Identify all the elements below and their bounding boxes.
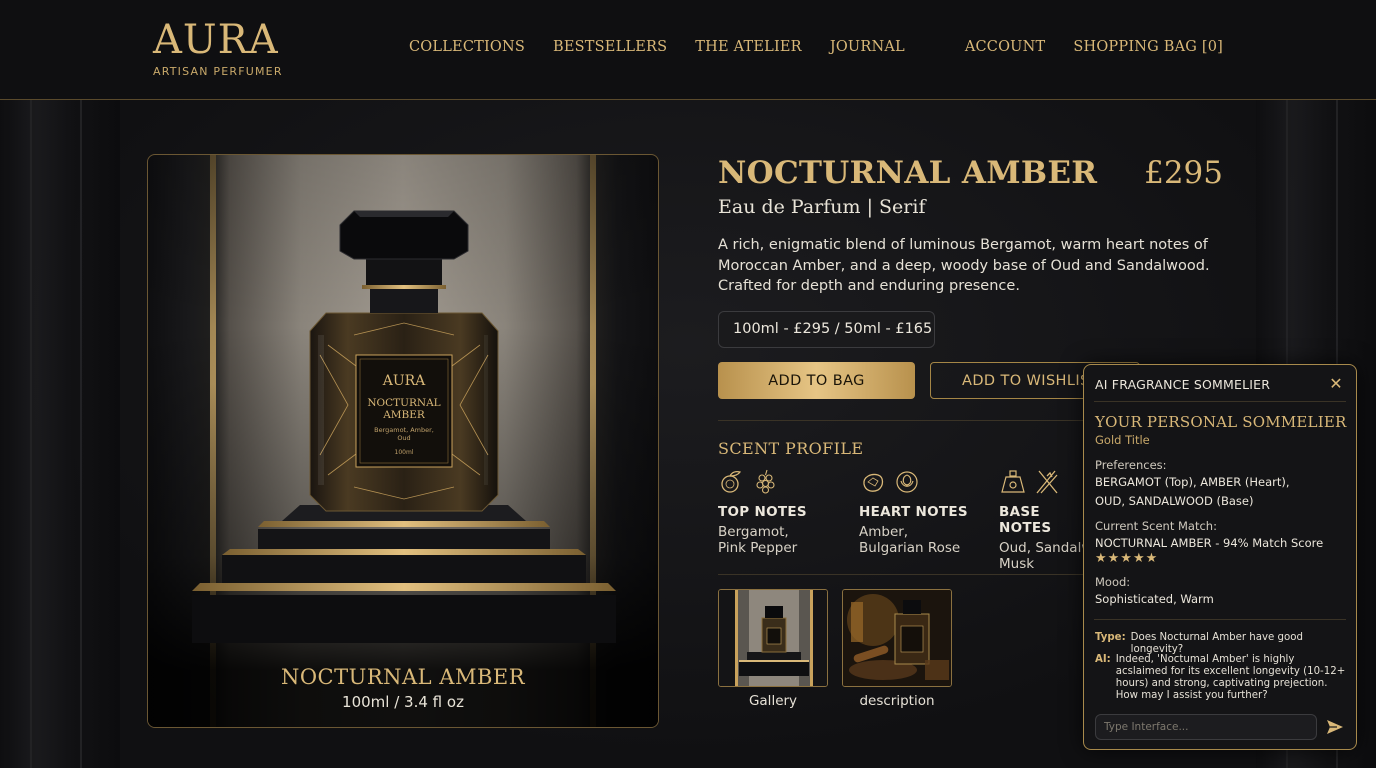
- top-notes-label: TOP NOTES: [718, 504, 807, 520]
- wood-sticks-icon: [1036, 470, 1058, 494]
- mood-label: Mood:: [1095, 575, 1131, 589]
- close-icon[interactable]: ✕: [1326, 374, 1346, 394]
- base-notes: BASE NOTES Oud, Sandalwood, Musk: [999, 468, 1089, 572]
- main-nav: COLLECTIONS BESTSELLERS THE ATELIER JOUR…: [409, 39, 905, 55]
- ai-sommelier-panel: AI FRAGRANCE SOMMELIER ✕ YOUR PERSONAL S…: [1083, 364, 1357, 750]
- heart-notes-value-line2: Bulgarian Rose: [859, 540, 961, 556]
- preferences-label: Preferences:: [1095, 458, 1167, 472]
- nav-account[interactable]: ACCOUNT: [965, 39, 1046, 55]
- top-notes-values: Bergamot, Pink Pepper: [718, 524, 858, 556]
- base-notes-value-line2: Musk: [999, 556, 1035, 572]
- nav-journal[interactable]: JOURNAL: [830, 39, 905, 55]
- top-notes-value-line1: Bergamot,: [718, 524, 789, 540]
- preferences-line2: OUD, SANDALWOOD (Base): [1095, 494, 1254, 508]
- bottle-label-brand: AURA: [382, 373, 426, 389]
- chat-ai-tag: AI:: [1095, 654, 1111, 665]
- bottle-label-notes-line1: Bergamot, Amber,: [374, 426, 434, 434]
- chat-message-user: Type: Does Nocturnal Amber have good lon…: [1095, 632, 1347, 656]
- section-divider: [718, 420, 1083, 421]
- bottle-label-notes-line2: Oud: [397, 434, 410, 442]
- heart-notes: HEART NOTES Amber, Bulgarian Rose: [859, 468, 999, 556]
- gallery-thumbnail-image: [719, 590, 827, 686]
- product-price: £295: [1144, 155, 1223, 191]
- mood-value: Sophisticated, Warm: [1095, 592, 1214, 606]
- scent-profile-title: SCENT PROFILE: [718, 439, 864, 458]
- chat-message-ai: AI: Indeed, 'Noctumal Amber' is highly a…: [1095, 654, 1347, 702]
- product-card-size: 100ml / 3.4 fl oz: [342, 693, 464, 711]
- brand-logo[interactable]: AURA ARTISAN PERFUMER: [153, 18, 283, 78]
- sommelier-chat-divider: [1094, 619, 1346, 620]
- send-icon[interactable]: [1325, 717, 1345, 737]
- add-to-bag-button[interactable]: ADD TO BAG: [718, 362, 915, 399]
- match-label: Current Scent Match:: [1095, 519, 1217, 533]
- gallery-caption: Gallery: [748, 693, 798, 709]
- gallery-thumbnail[interactable]: [718, 589, 828, 687]
- base-notes-value-line1: Oud, Sandalwood,: [999, 540, 1089, 556]
- heart-notes-value-line1: Amber,: [859, 524, 909, 540]
- product-description: A rich, enigmatic blend of luminous Berg…: [718, 237, 1210, 294]
- base-notes-values: Oud, Sandalwood, Musk: [999, 540, 1089, 572]
- size-selector[interactable]: 100ml - £295 / 50ml - £165: [718, 311, 935, 348]
- rose-icon: [896, 471, 918, 493]
- base-notes-label: BASE NOTES: [999, 504, 1052, 536]
- wall-panel-left: [0, 100, 120, 768]
- description-thumbnail[interactable]: [842, 589, 952, 687]
- sommelier-chat-input[interactable]: [1095, 714, 1317, 740]
- bottle-label-size: 100ml: [395, 449, 414, 456]
- heart-notes-label: HEART NOTES: [859, 504, 968, 520]
- sommelier-title: YOUR PERSONAL SOMMELIER: [1095, 413, 1347, 431]
- bottle-label-name-line2: AMBER: [382, 409, 426, 421]
- notes-divider: [718, 574, 1083, 575]
- product-image-card: AURA NOCTURNAL AMBER Bergamot, Amber, Ou…: [147, 154, 659, 728]
- nav-the-atelier[interactable]: THE ATELIER: [695, 39, 802, 55]
- product-card-title: NOCTURNAL AMBER: [280, 665, 526, 689]
- pepper-icon: [756, 469, 775, 494]
- brand-tagline: ARTISAN PERFUMER: [153, 65, 283, 78]
- chat-user-text: Does Nocturnal Amber have good longevity…: [1130, 632, 1303, 655]
- sommelier-subtitle: Gold Title: [1095, 433, 1150, 447]
- product-subtitle: Eau de Parfum | Serif: [718, 196, 926, 218]
- musk-bottle-icon: [1001, 470, 1025, 493]
- product-title: NOCTURNAL AMBER: [718, 155, 1098, 191]
- sommelier-header: AI FRAGRANCE SOMMELIER: [1095, 377, 1271, 392]
- perfume-bottle-illustration: AURA NOCTURNAL AMBER Bergamot, Amber, Ou…: [192, 210, 616, 643]
- chat-user-tag: Type:: [1095, 632, 1126, 643]
- utility-nav: ACCOUNT SHOPPING BAG [0]: [965, 39, 1223, 55]
- nav-shopping-bag[interactable]: SHOPPING BAG [0]: [1073, 39, 1223, 55]
- brand-name: AURA: [153, 17, 279, 63]
- nav-collections[interactable]: COLLECTIONS: [409, 39, 525, 55]
- top-notes: TOP NOTES Bergamot, Pink Pepper: [718, 468, 858, 556]
- heart-notes-values: Amber, Bulgarian Rose: [859, 524, 999, 556]
- description-caption: description: [859, 693, 935, 709]
- description-thumbnail-image: [843, 590, 951, 686]
- top-notes-value-line2: Pink Pepper: [718, 540, 798, 556]
- bottle-label-name-line1: NOCTURNAL: [367, 397, 440, 409]
- nav-bestsellers[interactable]: BESTSELLERS: [553, 39, 667, 55]
- preferences-line1: BERGAMOT (Top), AMBER (Heart),: [1095, 475, 1290, 489]
- site-header: AURA ARTISAN PERFUMER COLLECTIONS BESTSE…: [0, 0, 1376, 100]
- sommelier-header-divider: [1094, 401, 1346, 402]
- chat-ai-text: Indeed, 'Noctumal Amber' is highly acsla…: [1115, 654, 1346, 701]
- bergamot-icon: [721, 471, 741, 493]
- match-rating-stars: ★★★★★: [1095, 551, 1159, 566]
- amber-stone-icon: [863, 473, 884, 492]
